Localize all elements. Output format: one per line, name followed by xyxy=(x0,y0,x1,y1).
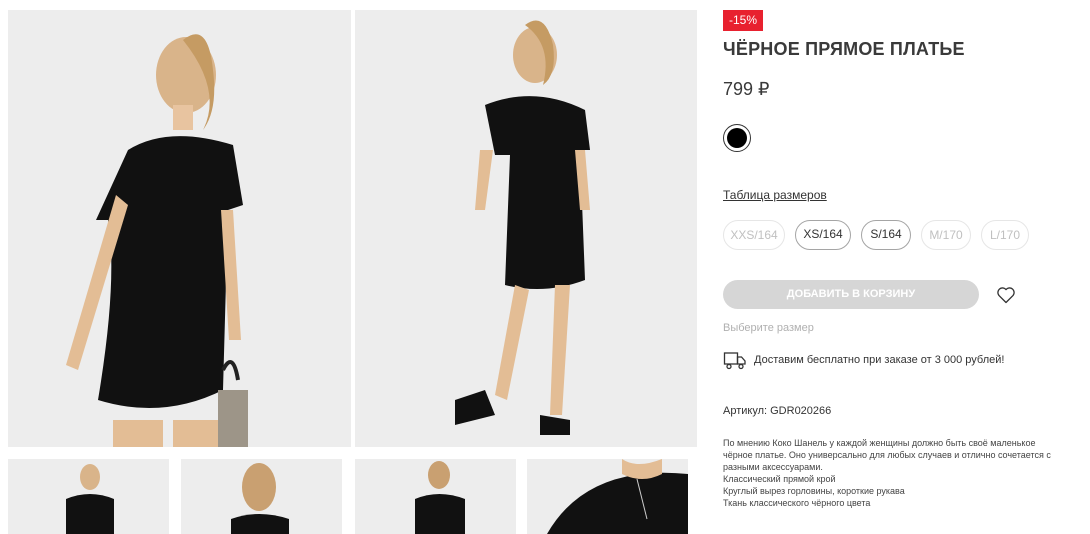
product-thumbnail-front[interactable] xyxy=(8,459,169,534)
description-line: чёрное платье. Оно универсально для любы… xyxy=(723,450,1051,460)
description-line: По мнению Коко Шанель у каждой женщины д… xyxy=(723,438,1036,448)
product-thumbnail-back[interactable] xyxy=(181,459,342,534)
color-swatch-black[interactable] xyxy=(723,124,751,152)
product-photo-main-back-left[interactable] xyxy=(8,10,351,447)
description-line: Круглый вырез горловины, короткие рукава xyxy=(723,486,905,496)
choose-size-hint: Выберите размер xyxy=(723,322,814,334)
product-sku: Артикул: GDR020266 xyxy=(723,405,832,417)
heart-icon[interactable] xyxy=(996,285,1016,305)
size-option-xs[interactable]: XS/164 xyxy=(795,220,851,250)
size-option-s[interactable]: S/164 xyxy=(861,220,911,250)
product-description: По мнению Коко Шанель у каждой женщины д… xyxy=(723,437,1063,509)
description-line: Ткань классического чёрного цвета xyxy=(723,498,871,508)
thumbnail-image xyxy=(8,459,169,534)
add-to-cart-button[interactable]: ДОБАВИТЬ В КОРЗИНУ xyxy=(723,280,979,309)
description-line: разными аксессуарами. xyxy=(723,462,823,472)
product-thumbnail-back-2[interactable] xyxy=(355,459,516,534)
size-option-m[interactable]: M/170 xyxy=(921,220,971,250)
truck-icon xyxy=(723,350,747,372)
delivery-info: Доставим бесплатно при заказе от 3 000 р… xyxy=(754,354,1005,366)
product-photo-main-back-full[interactable] xyxy=(355,10,697,447)
product-photo-image xyxy=(355,10,697,447)
discount-badge: -15% xyxy=(723,10,763,31)
color-swatch-fill xyxy=(727,128,747,148)
thumbnail-image xyxy=(527,459,688,534)
thumbnail-image xyxy=(181,459,342,534)
thumbnail-image xyxy=(355,459,516,534)
product-photo-image xyxy=(8,10,351,447)
size-table-link[interactable]: Таблица размеров xyxy=(723,188,827,202)
product-thumbnail-detail[interactable] xyxy=(527,459,688,534)
size-selector: XXS/164 XS/164 S/164 M/170 L/170 xyxy=(723,220,1029,250)
product-price: 799 ₽ xyxy=(723,79,770,99)
product-title: ЧЁРНОЕ ПРЯМОЕ ПЛАТЬЕ xyxy=(723,39,965,59)
size-option-l[interactable]: L/170 xyxy=(981,220,1029,250)
size-option-xxs[interactable]: XXS/164 xyxy=(723,220,785,250)
description-line: Классический прямой крой xyxy=(723,474,836,484)
